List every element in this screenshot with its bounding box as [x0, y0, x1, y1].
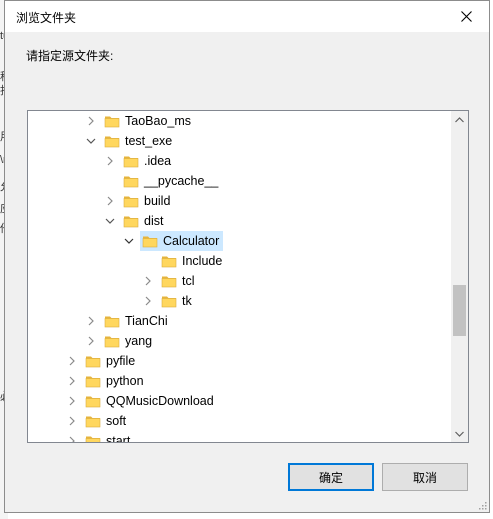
browse-folder-dialog: 浏览文件夹 请指定源文件夹: TaoBao_ms test_exe .idea __p…: [4, 0, 490, 513]
collapse-toggle-icon[interactable]: [85, 315, 97, 327]
folder-icon: [123, 156, 139, 168]
dialog-title: 浏览文件夹: [16, 11, 77, 25]
tree-node[interactable]: start: [83, 431, 134, 443]
tree-node[interactable]: tk: [159, 291, 196, 311]
resize-grip-icon[interactable]: [477, 500, 487, 510]
folder-icon: [161, 296, 177, 308]
tree-node[interactable]: soft: [83, 411, 130, 431]
expand-toggle-icon[interactable]: [104, 215, 116, 227]
tree-node[interactable]: TianChi: [102, 311, 172, 331]
folder-tree[interactable]: TaoBao_ms test_exe .idea __pycache__build di…: [27, 110, 469, 443]
tree-item-dist[interactable]: dist: [104, 211, 167, 231]
folder-icon: [85, 376, 101, 388]
tree-node[interactable]: dist: [121, 211, 167, 231]
folder-icon: [85, 356, 101, 368]
collapse-toggle-icon[interactable]: [142, 295, 154, 307]
tree-item-test-exe[interactable]: test_exe: [85, 131, 176, 151]
tree-node[interactable]: yang: [102, 331, 156, 351]
folder-icon: [161, 276, 177, 288]
collapse-toggle-icon[interactable]: [66, 415, 78, 427]
tree-item-label: tcl: [182, 274, 195, 288]
scroll-down-button[interactable]: [451, 425, 468, 442]
tree-item-tianchi[interactable]: TianChi: [85, 311, 172, 331]
collapse-toggle-icon[interactable]: [85, 115, 97, 127]
tree-node[interactable]: tcl: [159, 271, 199, 291]
tree-item-label: yang: [125, 334, 153, 348]
tree-item-label: __pycache__: [144, 174, 219, 188]
folder-icon: [104, 336, 120, 348]
tree-node[interactable]: __pycache__: [121, 171, 222, 191]
tree-item-yang[interactable]: yang: [85, 331, 156, 351]
collapse-toggle-icon[interactable]: [66, 435, 78, 442]
collapse-toggle-icon[interactable]: [142, 275, 154, 287]
tree-item-tk[interactable]: tk: [142, 291, 196, 311]
folder-icon: [104, 316, 120, 328]
collapse-toggle-icon[interactable]: [66, 395, 78, 407]
folder-icon: [161, 256, 177, 268]
ok-button[interactable]: 确定: [288, 463, 374, 491]
tree-item-label: test_exe: [125, 134, 173, 148]
expand-toggle-icon[interactable]: [123, 235, 135, 247]
folder-icon: [142, 236, 158, 248]
tree-item-label: dist: [144, 214, 164, 228]
tree-node[interactable]: test_exe: [102, 131, 176, 151]
folder-icon: [85, 416, 101, 428]
tree-item-pycache[interactable]: __pycache__: [104, 171, 222, 191]
scrollbar-thumb[interactable]: [453, 285, 466, 336]
tree-item-include[interactable]: Include: [142, 251, 226, 271]
collapse-toggle-icon[interactable]: [85, 335, 97, 347]
tree-node[interactable]: TaoBao_ms: [102, 111, 195, 131]
tree-item-label: TianChi: [125, 314, 168, 328]
tree-item-python[interactable]: python: [66, 371, 148, 391]
tree-node[interactable]: Calculator: [140, 231, 224, 251]
tree-item-label: pyfile: [106, 354, 136, 368]
tree-node[interactable]: build: [121, 191, 174, 211]
tree-item-calculator[interactable]: Calculator: [123, 231, 224, 251]
cancel-button[interactable]: 取消: [382, 463, 468, 491]
collapse-toggle-icon[interactable]: [104, 155, 116, 167]
close-icon: [461, 11, 472, 22]
collapse-toggle-icon[interactable]: [66, 375, 78, 387]
tree-node[interactable]: python: [83, 371, 148, 391]
expand-toggle-icon[interactable]: [85, 135, 97, 147]
tree-item-label: .idea: [144, 154, 172, 168]
tree-item-label: QQMusicDownload: [106, 394, 214, 408]
folder-icon: [104, 136, 120, 148]
folder-icon: [85, 396, 101, 408]
chevron-up-icon: [455, 116, 464, 122]
tree-item-label: Calculator: [163, 234, 220, 248]
folder-icon: [104, 116, 120, 128]
tree-item-pyfile[interactable]: pyfile: [66, 351, 139, 371]
scroll-up-button[interactable]: [451, 111, 468, 128]
tree-item-qqmusicdownload[interactable]: QQMusicDownload: [66, 391, 218, 411]
vertical-scrollbar[interactable]: [451, 111, 468, 442]
dialog-prompt: 请指定源文件夹:: [26, 49, 114, 63]
tree-node[interactable]: .idea: [121, 151, 175, 171]
collapse-toggle-icon[interactable]: [66, 355, 78, 367]
collapse-toggle-icon[interactable]: [104, 195, 116, 207]
tree-item-label: tk: [182, 294, 192, 308]
folder-icon: [85, 436, 101, 442]
tree-node[interactable]: Include: [159, 251, 226, 271]
tree-item-label: start: [106, 434, 131, 443]
tree-item-taobao-ms[interactable]: TaoBao_ms: [85, 111, 195, 131]
tree-item-label: build: [144, 194, 171, 208]
folder-icon: [123, 216, 139, 228]
tree-item-idea[interactable]: .idea: [104, 151, 175, 171]
title-bar: 浏览文件夹: [5, 1, 489, 32]
close-button[interactable]: [444, 1, 489, 32]
folder-icon: [123, 196, 139, 208]
tree-node[interactable]: QQMusicDownload: [83, 391, 218, 411]
tree-node[interactable]: pyfile: [83, 351, 139, 371]
tree-item-tcl[interactable]: tcl: [142, 271, 199, 291]
folder-icon: [123, 176, 139, 188]
tree-item-label: Include: [182, 254, 223, 268]
tree-item-start[interactable]: start: [66, 431, 134, 443]
tree-item-soft[interactable]: soft: [66, 411, 130, 431]
tree-item-label: soft: [106, 414, 127, 428]
chevron-down-icon: [455, 431, 464, 437]
tree-item-build[interactable]: build: [104, 191, 174, 211]
tree-item-label: TaoBao_ms: [125, 114, 192, 128]
tree-item-label: python: [106, 374, 144, 388]
